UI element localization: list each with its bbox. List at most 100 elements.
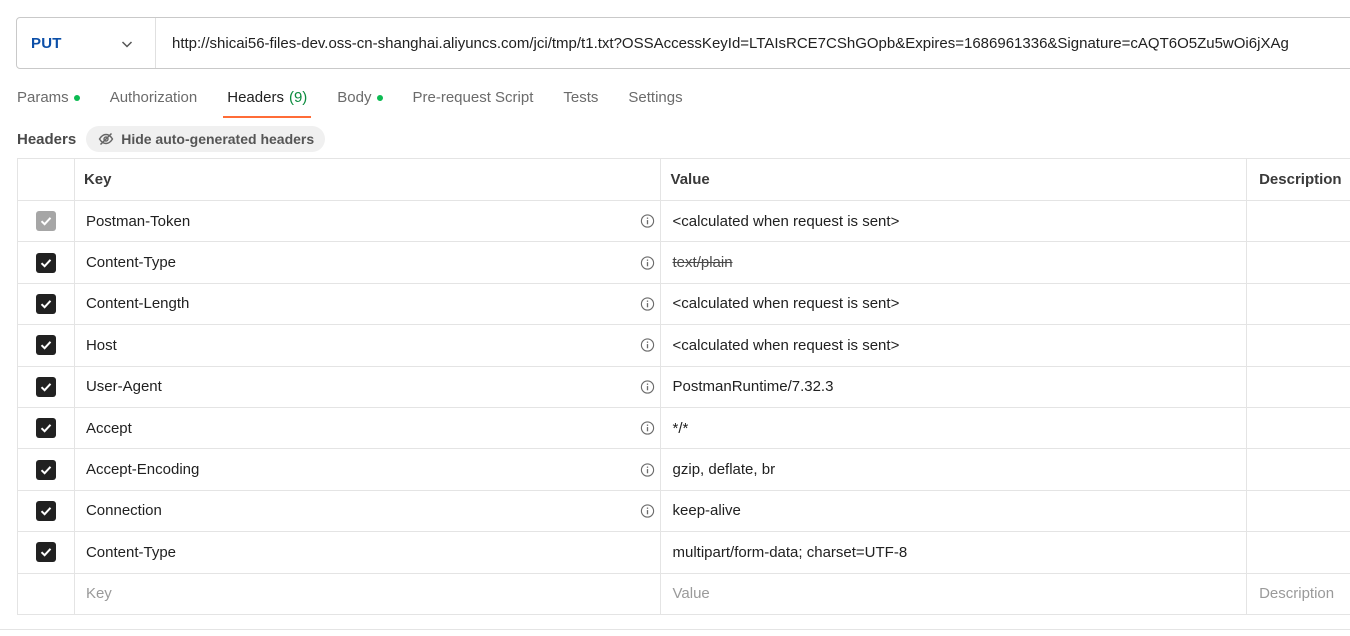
new-key-input[interactable]: Key	[75, 573, 661, 614]
row-value[interactable]: multipart/form-data; charset=UTF-8	[661, 532, 1248, 573]
hide-auto-generated-headers-button[interactable]: Hide auto-generated headers	[86, 126, 326, 152]
row-description[interactable]	[1247, 491, 1350, 531]
row-checkbox-cell	[18, 407, 75, 449]
new-header-row: Key Value Description	[18, 573, 1350, 615]
row-description[interactable]	[1247, 532, 1350, 572]
info-icon[interactable]	[640, 338, 655, 353]
tab-settings[interactable]: Settings	[628, 86, 682, 120]
row-description[interactable]	[1247, 408, 1350, 448]
tab-headers[interactable]: Headers (9)	[223, 86, 312, 120]
row-key[interactable]: Content-Type	[75, 242, 661, 283]
new-description-input[interactable]: Description	[1247, 574, 1350, 614]
row-checkbox[interactable]	[35, 459, 56, 480]
row-checkbox[interactable]	[35, 418, 56, 439]
method-select[interactable]: PUT	[17, 18, 156, 68]
row-key-text: Accept-Encoding	[85, 461, 200, 479]
info-icon[interactable]	[640, 462, 655, 477]
table-row: Connection keep-alive	[18, 490, 1350, 533]
row-value-text: gzip, deflate, br	[672, 461, 776, 479]
tab-tests[interactable]: Tests	[563, 86, 598, 120]
tab-params[interactable]: Params	[17, 86, 80, 120]
row-checkbox-cell	[18, 242, 75, 283]
header-checkbox-column	[18, 159, 75, 200]
tab-pre-request-script[interactable]: Pre-request Script	[413, 86, 534, 120]
method-label: PUT	[31, 34, 62, 52]
tab-params-indicator-dot	[73, 95, 80, 101]
row-checkbox[interactable]	[35, 211, 56, 232]
row-description[interactable]	[1247, 449, 1350, 489]
row-description[interactable]	[1247, 242, 1350, 282]
row-checkbox-cell	[18, 532, 75, 573]
chevron-down-icon	[121, 41, 133, 48]
tab-pre-request-script-label: Pre-request Script	[412, 89, 534, 106]
row-checkbox[interactable]	[35, 500, 56, 521]
row-value-text: <calculated when request is sent>	[672, 212, 900, 230]
row-value[interactable]: <calculated when request is sent>	[661, 201, 1248, 242]
info-icon[interactable]	[640, 296, 655, 311]
row-description[interactable]	[1247, 201, 1350, 241]
table-header-row: Key Value Description	[18, 159, 1350, 201]
tab-body-label: Body	[337, 89, 372, 106]
row-key-text: Content-Length	[85, 295, 190, 313]
row-value[interactable]: */*	[661, 407, 1248, 449]
tab-body[interactable]: Body	[337, 86, 383, 120]
new-description-placeholder: Description	[1259, 585, 1335, 603]
check-icon	[40, 258, 52, 268]
tab-tests-label: Tests	[563, 89, 599, 106]
row-checkbox-cell	[18, 366, 75, 407]
row-checkbox-cell	[18, 490, 75, 532]
tab-headers-count: (9)	[288, 89, 308, 106]
url-input[interactable]: http://shicai56-files-dev.oss-cn-shangha…	[156, 35, 1289, 52]
row-key-text: Host	[85, 336, 117, 354]
row-description[interactable]	[1247, 284, 1350, 324]
tab-body-indicator-dot	[376, 95, 383, 101]
table-row: User-Agent PostmanRuntime/7.32.3	[18, 366, 1350, 408]
row-description[interactable]	[1247, 325, 1350, 365]
divider	[0, 629, 1350, 630]
column-header-value: Value	[661, 159, 1248, 200]
check-icon	[40, 465, 52, 475]
new-key-placeholder: Key	[85, 585, 112, 603]
row-checkbox[interactable]	[35, 542, 56, 563]
headers-table: Key Value Description Postman-Token <cal…	[17, 158, 1350, 615]
eye-off-icon	[98, 132, 114, 146]
info-icon[interactable]	[640, 421, 655, 436]
info-icon[interactable]	[640, 214, 655, 229]
row-value[interactable]: <calculated when request is sent>	[661, 325, 1248, 366]
row-key[interactable]: Postman-Token	[75, 201, 661, 242]
row-value[interactable]: keep-alive	[661, 490, 1248, 532]
row-key[interactable]: Content-Type	[75, 532, 661, 573]
info-icon[interactable]	[640, 379, 655, 394]
table-row: Host <calculated when request is sent>	[18, 325, 1350, 367]
tab-authorization[interactable]: Authorization	[110, 86, 198, 120]
row-value[interactable]: <calculated when request is sent>	[661, 283, 1248, 325]
row-checkbox[interactable]	[35, 293, 56, 314]
row-checkbox[interactable]	[35, 376, 56, 397]
tab-headers-label: Headers	[227, 89, 284, 106]
row-key[interactable]: Accept	[75, 407, 661, 449]
new-value-input[interactable]: Value	[661, 573, 1248, 614]
row-key[interactable]: Connection	[75, 490, 661, 532]
check-icon	[40, 217, 52, 226]
info-icon[interactable]	[640, 255, 655, 270]
row-key-text: Accept	[85, 419, 132, 437]
row-checkbox-cell	[18, 449, 75, 490]
row-key[interactable]: Host	[75, 325, 661, 366]
row-value[interactable]: text/plain	[661, 242, 1248, 283]
row-checkbox[interactable]	[35, 335, 56, 356]
row-value-text: PostmanRuntime/7.32.3	[672, 378, 834, 396]
table-row: Content-Type text/plain	[18, 242, 1350, 284]
headers-section-title: Headers	[17, 130, 77, 148]
request-url-bar: PUT http://shicai56-files-dev.oss-cn-sha…	[16, 17, 1350, 69]
row-key[interactable]: Content-Length	[75, 283, 661, 325]
row-checkbox[interactable]	[35, 252, 56, 273]
info-icon[interactable]	[640, 503, 655, 518]
row-key[interactable]: User-Agent	[75, 366, 661, 407]
row-value[interactable]: gzip, deflate, br	[661, 449, 1248, 490]
row-description[interactable]	[1247, 367, 1350, 407]
row-key[interactable]: Accept-Encoding	[75, 449, 661, 490]
row-checkbox-cell	[18, 283, 75, 325]
row-value-text: multipart/form-data; charset=UTF-8	[672, 543, 908, 561]
row-value[interactable]: PostmanRuntime/7.32.3	[661, 366, 1248, 407]
headers-toolbar: Headers Hide auto-generated headers	[17, 125, 326, 153]
